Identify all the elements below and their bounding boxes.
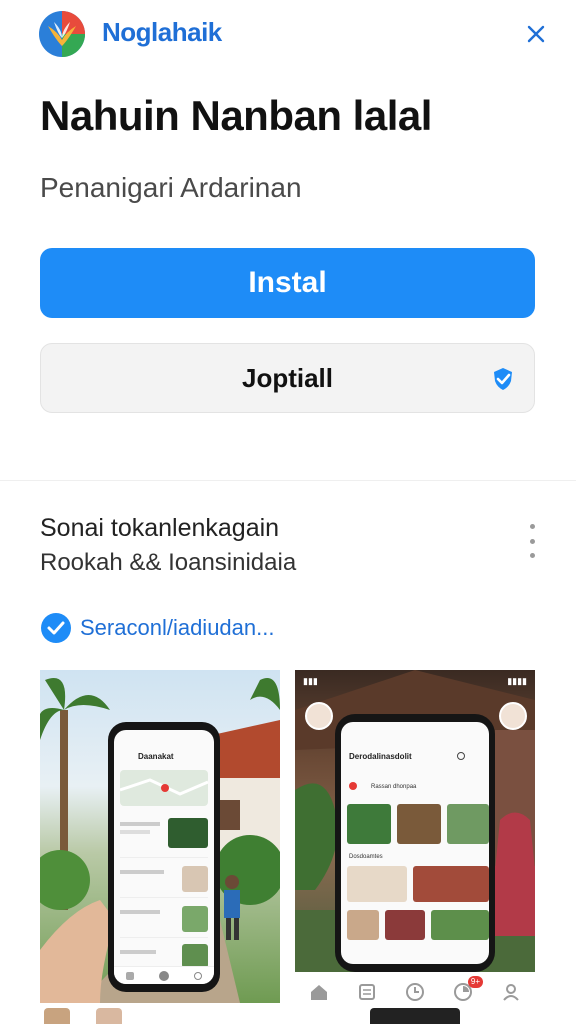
more-vertical-icon[interactable] [520,520,544,562]
card-row[interactable] [347,866,489,902]
status-bar: ▮▮▮ ▮▮▮▮ [303,674,527,688]
screenshot-1[interactable]: Daanakat [40,670,280,1003]
verified-link[interactable]: Seraconl/iadiudan... [40,612,274,644]
screenshot-2[interactable]: ▮▮▮ ▮▮▮▮ Derodalinasdolit Rassan dhonpaa… [295,670,535,972]
avatar[interactable] [305,702,333,730]
verified-check-icon [40,612,72,644]
section-subtitle: Rookah && Ioansinidaia [40,549,297,576]
close-button[interactable] [520,20,552,52]
battery-icon: ▮▮▮▮ [507,675,527,686]
app-logo [38,10,86,58]
clock-icon[interactable] [401,978,429,1006]
more-screenshots-strip [40,1008,535,1024]
profile-icon[interactable] [158,970,169,981]
card-row[interactable] [347,804,489,844]
list-item[interactable] [120,902,208,938]
check-shield-icon [490,366,516,392]
list-icon[interactable] [353,978,381,1006]
phone-mockup: Daanakat [108,722,220,992]
notifications-icon[interactable]: 9+ [449,976,483,1006]
close-icon [526,24,546,49]
app-name: Noglahaik [102,17,222,47]
map-panel [119,770,209,806]
notification-badge: 9+ [467,976,483,988]
row-label: Rassan dhonpaa [371,784,417,790]
app-subtitle: Penanigari Ardarinan [40,172,302,203]
phone-screen-title: Daanakat [138,752,174,761]
list-item[interactable] [120,814,208,858]
top-bar: Noglahaik [0,0,576,72]
avatar[interactable] [499,702,527,730]
home-icon[interactable] [126,971,135,980]
home-icon[interactable] [305,978,333,1006]
phone-nav [114,966,214,984]
phone-mockup: Derodalinasdolit Rassan dhonpaa Dosdoamt… [335,714,495,972]
list-item[interactable] [120,862,208,898]
heart-icon[interactable] [349,782,357,790]
profile-icon[interactable] [497,978,525,1006]
thumbnail[interactable] [96,1008,122,1024]
secondary-button[interactable]: Joptiall [40,343,535,413]
row-label: Dosdoamtes [349,854,383,860]
secondary-button-label: Joptiall [241,362,333,393]
thumbnail[interactable] [370,1008,460,1024]
phone-screen-title: Derodalinasdolit [349,752,412,761]
verified-text: Seraconl/iadiudan... [80,615,275,640]
card-row[interactable] [347,910,489,940]
signal-icon: ▮▮▮ [303,675,318,686]
section-title: Sonai tokanlenkagain [40,514,280,542]
search-icon[interactable] [457,752,465,760]
chat-icon[interactable] [193,971,202,980]
section-divider [0,480,576,481]
install-button[interactable]: Instal [40,248,535,318]
app-title: Nahuin Nanban lalal [40,92,432,139]
bottom-nav: 9+ [295,974,535,1010]
thumbnail[interactable] [44,1008,70,1024]
